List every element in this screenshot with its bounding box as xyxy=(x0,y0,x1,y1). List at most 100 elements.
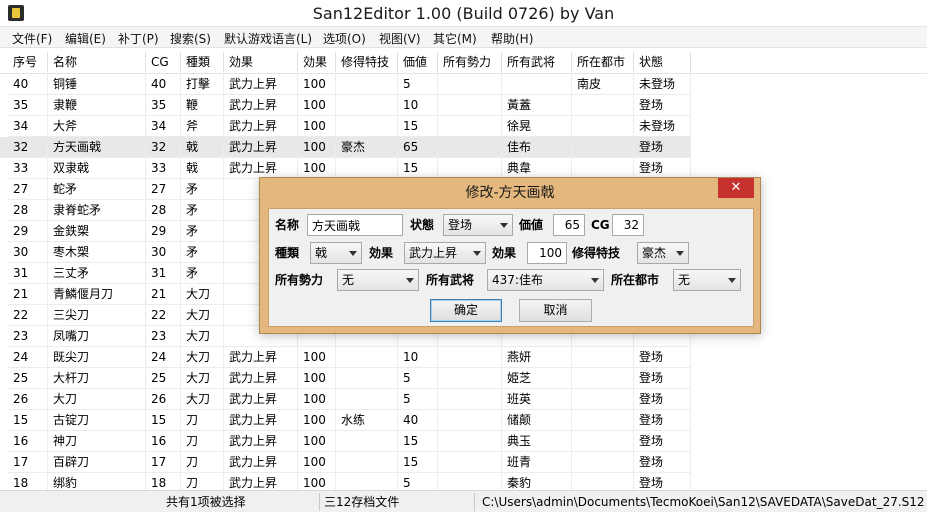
table-cell: 31 xyxy=(8,263,48,284)
type-select[interactable]: 戟 xyxy=(310,242,362,264)
table-cell xyxy=(438,95,502,116)
cancel-button[interactable]: 取消 xyxy=(519,299,592,322)
menu-bar: 文件(F) 编辑(E) 补丁(P) 搜索(S) 默认游戏语言(L) 选项(O) 视图(V) 其… xyxy=(0,27,927,48)
table-cell: 登场 xyxy=(634,431,691,452)
table-row[interactable]: 33 双隶戟 33 戟武力上昇 100 15 典韋 登场 xyxy=(0,158,691,179)
table-cell: 矛 xyxy=(181,179,224,200)
menu-item-6[interactable]: 视图(V) xyxy=(379,30,421,47)
column-header-1[interactable]: 名称 xyxy=(48,52,146,72)
table-cell: 鞭 xyxy=(181,95,224,116)
state-select[interactable]: 登场 xyxy=(443,214,513,236)
name-input[interactable] xyxy=(307,214,403,236)
table-cell xyxy=(572,347,634,368)
table-cell: 33 xyxy=(8,158,48,179)
column-header-2[interactable]: CG xyxy=(146,52,181,72)
table-cell xyxy=(572,368,634,389)
table-cell: 大刀 xyxy=(181,326,224,347)
city-select-value: 无 xyxy=(678,273,691,287)
table-cell: 24 xyxy=(8,347,48,368)
table-cell: 100 xyxy=(298,137,336,158)
table-cell: 绑豹 xyxy=(48,473,146,490)
chevron-down-icon xyxy=(728,278,736,283)
table-cell: 枣木槊 xyxy=(48,242,146,263)
skill-select[interactable]: 豪杰 xyxy=(637,242,689,264)
column-header-3[interactable]: 種類 xyxy=(181,52,224,72)
table-cell: 30 xyxy=(8,242,48,263)
table-cell: 武力上昇 xyxy=(224,410,298,431)
column-header-9[interactable]: 所有武将 xyxy=(502,52,572,72)
table-row[interactable]: 16 神刀 16 刀武力上昇 100 15 典玉 登场 xyxy=(0,431,691,452)
column-header-11[interactable]: 状態 xyxy=(634,52,691,72)
menu-item-4[interactable]: 默认游戏语言(L) xyxy=(224,30,312,47)
effect2-input[interactable] xyxy=(527,242,567,264)
table-cell: 金鉄槊 xyxy=(48,221,146,242)
column-header-7[interactable]: 価値 xyxy=(398,52,438,72)
ok-button[interactable]: 确定 xyxy=(430,299,502,322)
effect-select[interactable]: 武力上昇 xyxy=(404,242,486,264)
table-row[interactable]: 26 大刀 26 大刀 武力上昇 100 5 班英 登场 xyxy=(0,389,691,410)
force-select[interactable]: 无 xyxy=(337,269,419,291)
column-header-4[interactable]: 効果 xyxy=(224,52,298,72)
table-cell: 登场 xyxy=(634,137,691,158)
table-cell: 100 xyxy=(298,347,336,368)
table-cell xyxy=(502,74,572,95)
menu-item-1[interactable]: 编辑(E) xyxy=(65,30,106,47)
table-cell: 矛 xyxy=(181,242,224,263)
column-header-8[interactable]: 所有勢力 xyxy=(438,52,502,72)
title-bar: San12Editor 1.00 (Build 0726) by Van xyxy=(0,0,927,27)
table-cell: 24 xyxy=(146,347,181,368)
table-cell xyxy=(572,116,634,137)
table-cell: 28 xyxy=(8,200,48,221)
table-cell: 登场 xyxy=(634,158,691,179)
table-row[interactable]: 17 百辟刀 17 刀武力上昇 100 15 班青 登场 xyxy=(0,452,691,473)
table-row[interactable]: 24 既尖刀 24 大刀 武力上昇 100 10 燕妍 登场 xyxy=(0,347,691,368)
table-row[interactable]: 18 绑豹 18 刀武力上昇 100 5 秦豹 登场 xyxy=(0,473,691,490)
table-cell xyxy=(572,410,634,431)
table-cell: 18 xyxy=(146,473,181,490)
table-row[interactable]: 40 铜锤 40 打擊 武力上昇 100 5 南皮 未登场 xyxy=(0,74,691,95)
table-row[interactable]: 25 大杆刀 25 大刀 武力上昇 100 5 姫芝 登场 xyxy=(0,368,691,389)
table-cell xyxy=(438,452,502,473)
table-cell: 5 xyxy=(398,473,438,490)
table-cell: 27 xyxy=(8,179,48,200)
table-cell: 武力上昇 xyxy=(224,116,298,137)
table-row[interactable]: 34 大斧 34 斧武力上昇 100 15 徐晃 未登场 xyxy=(0,116,691,137)
menu-item-7[interactable]: 其它(M) xyxy=(433,30,477,47)
table-cell: 徐晃 xyxy=(502,116,572,137)
chevron-down-icon xyxy=(349,251,357,256)
table-cell: 22 xyxy=(146,305,181,326)
table-cell: 34 xyxy=(8,116,48,137)
table-row[interactable]: 15 古锭刀 15 刀武力上昇 100 水练 40 储颠 登场 xyxy=(0,410,691,431)
city-select[interactable]: 无 xyxy=(673,269,741,291)
table-cell: 方天画戟 xyxy=(48,137,146,158)
table-cell: 10 xyxy=(398,347,438,368)
close-icon[interactable]: ✕ xyxy=(718,178,754,198)
table-cell: 15 xyxy=(398,431,438,452)
table-cell: 5 xyxy=(398,74,438,95)
table-cell: 18 xyxy=(8,473,48,490)
type-label: 種類 xyxy=(275,246,300,260)
table-cell: 40 xyxy=(8,74,48,95)
menu-item-3[interactable]: 搜索(S) xyxy=(170,30,211,47)
menu-item-5[interactable]: 选项(O) xyxy=(323,30,366,47)
table-row[interactable]: 32 方天画戟 32 戟武力上昇 100 豪杰 65 佳布 登场 xyxy=(0,137,691,158)
column-header-0[interactable]: 序号 xyxy=(8,52,48,72)
officer-select[interactable]: 437:佳布 xyxy=(487,269,604,291)
table-cell: 班青 xyxy=(502,452,572,473)
column-header-6[interactable]: 修得特技 xyxy=(336,52,398,72)
cg-input[interactable] xyxy=(612,214,644,236)
column-header-5[interactable]: 効果 xyxy=(298,52,336,72)
table-cell: 100 xyxy=(298,368,336,389)
table-row[interactable]: 35 隶鞭 35 鞭武力上昇 100 10 黃蓋 登场 xyxy=(0,95,691,116)
table-cell xyxy=(438,368,502,389)
menu-item-8[interactable]: 帮助(H) xyxy=(491,30,533,47)
table-cell: 大刀 xyxy=(48,389,146,410)
column-header-10[interactable]: 所在都市 xyxy=(572,52,634,72)
value-input[interactable] xyxy=(553,214,585,236)
table-cell: 豪杰 xyxy=(336,137,398,158)
table-cell: 黃蓋 xyxy=(502,95,572,116)
menu-item-2[interactable]: 补丁(P) xyxy=(118,30,159,47)
table-cell xyxy=(438,74,502,95)
table-cell: 古锭刀 xyxy=(48,410,146,431)
menu-item-0[interactable]: 文件(F) xyxy=(12,30,52,47)
